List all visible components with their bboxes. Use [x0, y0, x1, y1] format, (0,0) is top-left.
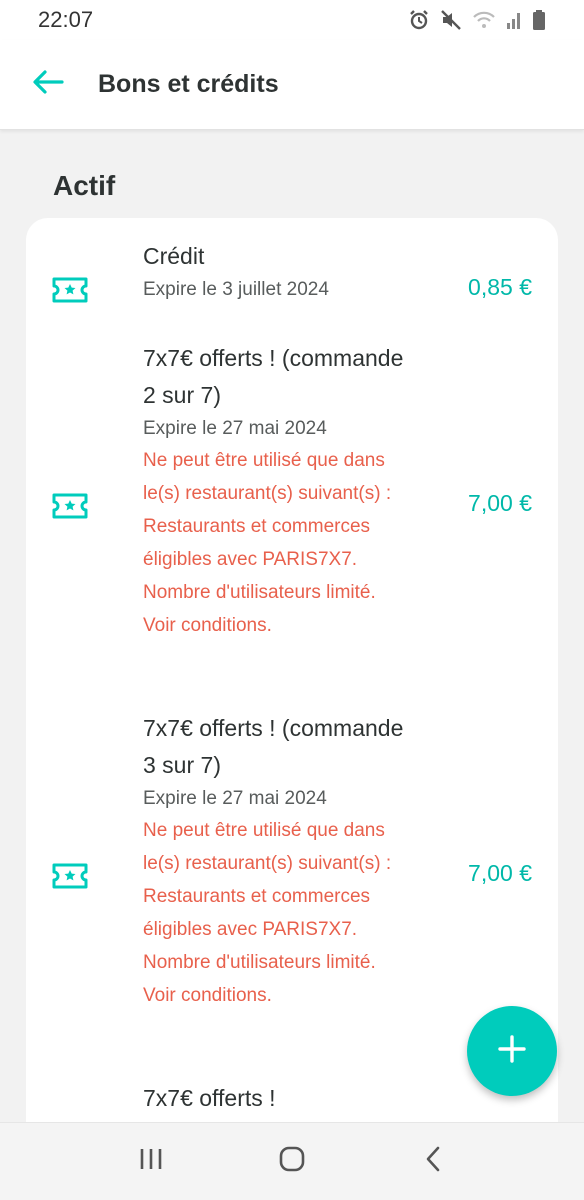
voucher-name: Crédit — [143, 243, 205, 269]
voucher-amount: 0,85 € — [468, 274, 532, 300]
mute-icon — [440, 9, 462, 31]
voucher-amount: 7,00 € — [468, 490, 532, 516]
wifi-icon — [472, 10, 496, 30]
status-icons — [408, 9, 546, 31]
voucher-item[interactable]: 7x7€ offerts ! (commande 3 sur 7) Expire… — [26, 710, 558, 1040]
status-time: 22:07 — [38, 7, 94, 32]
section-title: Actif — [53, 170, 116, 201]
voucher-name: 7x7€ offerts ! — [143, 1085, 276, 1111]
voucher-item[interactable]: Crédit Expire le 3 juillet 2024 0,85 € — [26, 238, 558, 328]
voucher-name: 7x7€ offerts ! (commande 3 sur 7) — [143, 715, 404, 778]
ticket-icon — [52, 863, 88, 889]
home-button[interactable] — [252, 1132, 332, 1192]
battery-icon — [532, 9, 546, 31]
plus-icon — [497, 1034, 527, 1069]
home-icon — [278, 1145, 306, 1178]
page-title: Bons et crédits — [98, 70, 279, 98]
status-bar: 22:07 — [0, 0, 584, 40]
ticket-icon — [52, 493, 88, 519]
voucher-amount: 7,00 € — [468, 860, 532, 886]
voucher-conditions: Ne peut être utilisé que dans le(s) rest… — [143, 450, 392, 636]
app-bar: Bons et crédits — [0, 40, 584, 130]
ticket-icon — [52, 277, 88, 303]
system-nav-bar — [0, 1122, 584, 1200]
voucher-expiry: Expire le 3 juillet 2024 — [143, 279, 329, 300]
add-voucher-button[interactable] — [467, 1006, 557, 1096]
voucher-item[interactable]: 7x7€ offerts ! (commande 2 sur 7) Expire… — [26, 340, 558, 670]
voucher-expiry: Expire le 27 mai 2024 — [143, 418, 327, 439]
system-back-button[interactable] — [393, 1132, 473, 1192]
voucher-expiry: Expire le 27 mai 2024 — [143, 788, 327, 809]
back-icon — [424, 1145, 442, 1178]
recent-apps-icon — [138, 1147, 164, 1176]
alarm-icon — [408, 9, 430, 31]
voucher-name: 7x7€ offerts ! (commande 2 sur 7) — [143, 345, 404, 408]
vouchers-card: Crédit Expire le 3 juillet 2024 0,85 € 7… — [26, 218, 558, 1158]
voucher-conditions: Ne peut être utilisé que dans le(s) rest… — [143, 820, 392, 1006]
signal-icon — [506, 10, 522, 30]
recent-apps-button[interactable] — [111, 1132, 191, 1192]
back-button[interactable] — [8, 40, 88, 130]
arrow-left-icon — [32, 70, 64, 99]
